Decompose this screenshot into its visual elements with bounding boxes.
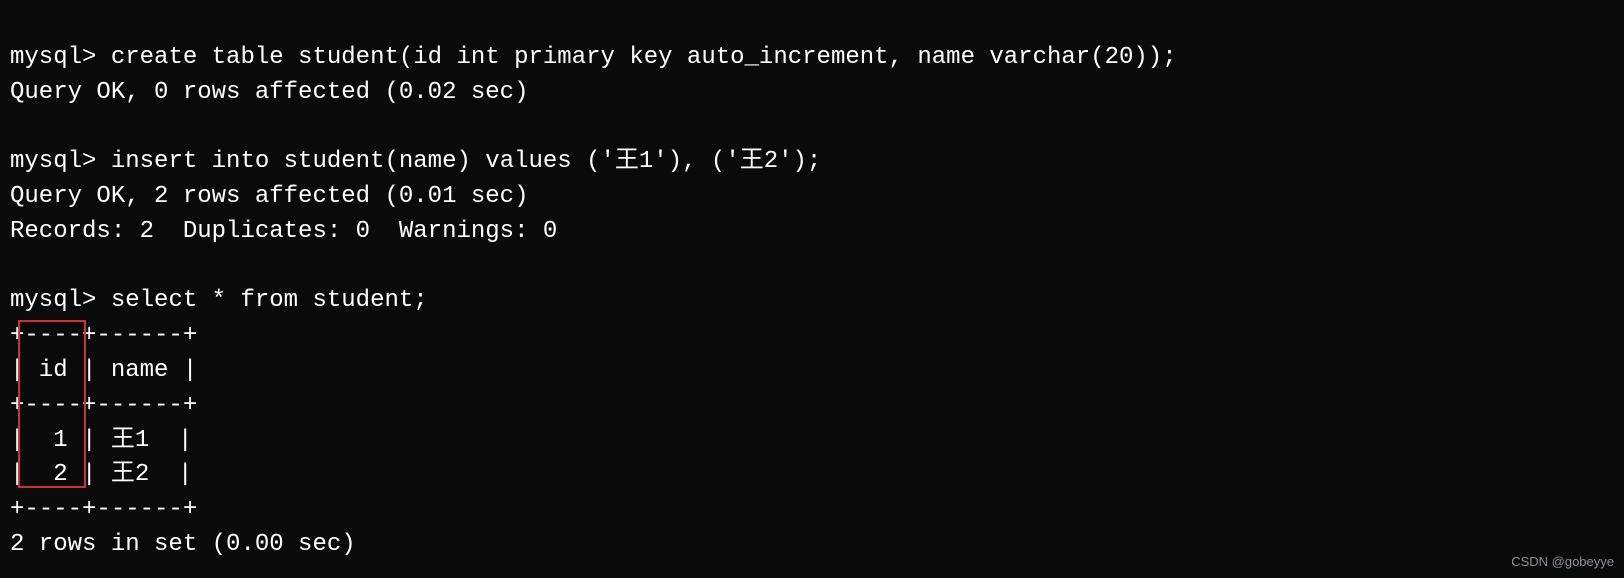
query-result: 2 rows in set (0.00 sec) (10, 531, 356, 558)
table-header: | id | name | (10, 357, 197, 384)
table-row: | 2 | 王2 | (10, 461, 192, 488)
query-result: Query OK, 0 rows affected (0.02 sec) (10, 79, 528, 106)
table-border: +----+------+ (10, 392, 197, 419)
table-row: | 1 | 王1 | (10, 427, 192, 454)
terminal-line: mysql> select * from student; (10, 287, 428, 314)
mysql-prompt: mysql> (10, 287, 111, 314)
mysql-terminal[interactable]: mysql> create table student(id int prima… (0, 0, 1624, 563)
query-result: Records: 2 Duplicates: 0 Warnings: 0 (10, 218, 557, 245)
blank-line (10, 253, 24, 280)
mysql-prompt: mysql> (10, 44, 111, 71)
blank-line (10, 113, 24, 140)
terminal-line: mysql> insert into student(name) values … (10, 148, 821, 175)
watermark: CSDN @gobeyye (1511, 553, 1614, 572)
terminal-line: mysql> create table student(id int prima… (10, 44, 1177, 71)
sql-command-insert: insert into student(name) values ('王1'),… (111, 148, 822, 175)
sql-command-create: create table student(id int primary key … (111, 44, 1177, 71)
query-result: Query OK, 2 rows affected (0.01 sec) (10, 183, 528, 210)
sql-command-select: select * from student; (111, 287, 428, 314)
mysql-prompt: mysql> (10, 148, 111, 175)
table-border: +----+------+ (10, 496, 197, 523)
table-border: +----+------+ (10, 322, 197, 349)
